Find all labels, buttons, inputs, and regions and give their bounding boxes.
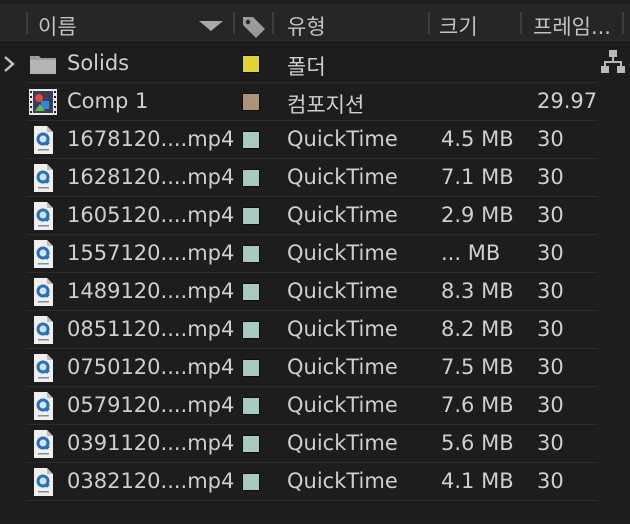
- label-color-swatch[interactable]: [242, 435, 260, 453]
- item-framerate: 30: [537, 203, 564, 227]
- label-color-swatch[interactable]: [242, 397, 260, 415]
- item-type: QuickTime: [287, 393, 398, 417]
- item-name: 0579120....mp4: [67, 393, 235, 417]
- item-framerate: 30: [537, 165, 564, 189]
- column-divider[interactable]: [272, 12, 274, 34]
- item-size: 2.9 MB: [441, 203, 514, 227]
- item-size: 4.5 MB: [441, 127, 514, 151]
- column-divider[interactable]: [233, 12, 235, 34]
- item-size: 7.6 MB: [441, 393, 514, 417]
- sort-descending-icon[interactable]: [199, 21, 223, 31]
- project-item-row[interactable]: 1678120....mp4 QuickTime 4.5 MB 30: [0, 121, 630, 159]
- project-item-row[interactable]: 0391120....mp4 QuickTime 5.6 MB 30: [0, 425, 630, 463]
- item-size: 8.3 MB: [441, 279, 514, 303]
- label-color-swatch[interactable]: [242, 359, 260, 377]
- project-item-row[interactable]: Solids 폴더: [0, 45, 630, 83]
- column-divider[interactable]: [520, 12, 522, 34]
- label-color-swatch[interactable]: [242, 245, 260, 263]
- item-type: QuickTime: [287, 127, 398, 151]
- item-size: 4.1 MB: [441, 469, 514, 493]
- item-name: Comp 1: [67, 89, 149, 113]
- item-framerate: 30: [537, 241, 564, 265]
- label-color-swatch[interactable]: [242, 207, 260, 225]
- item-name: 1489120....mp4: [67, 279, 235, 303]
- label-color-swatch[interactable]: [242, 283, 260, 301]
- item-name: 1557120....mp4: [67, 241, 235, 265]
- label-color-swatch[interactable]: [242, 169, 260, 187]
- item-type: QuickTime: [287, 279, 398, 303]
- item-name: Solids: [67, 51, 130, 75]
- project-panel: 이름 유형 크기 프레임... Solids 폴더 Comp 1 컴포지션 29.97 1…: [0, 0, 630, 524]
- item-name: 0382120....mp4: [67, 469, 235, 493]
- item-type: QuickTime: [287, 203, 398, 227]
- project-item-row[interactable]: 1489120....mp4 QuickTime 8.3 MB 30: [0, 273, 630, 311]
- column-divider[interactable]: [26, 12, 28, 34]
- column-header-type[interactable]: 유형: [287, 11, 326, 41]
- column-header-framerate[interactable]: 프레임...: [533, 11, 611, 41]
- item-size: 5.6 MB: [441, 431, 514, 455]
- project-item-row[interactable]: 0851120....mp4 QuickTime 8.2 MB 30: [0, 311, 630, 349]
- item-size: 8.2 MB: [441, 317, 514, 341]
- label-color-swatch[interactable]: [242, 321, 260, 339]
- item-type: QuickTime: [287, 469, 398, 493]
- project-item-row[interactable]: 1605120....mp4 QuickTime 2.9 MB 30: [0, 197, 630, 235]
- item-framerate: 30: [537, 317, 564, 341]
- chevron-right-icon[interactable]: [2, 55, 16, 73]
- item-framerate: 30: [537, 279, 564, 303]
- item-framerate: 30: [537, 127, 564, 151]
- item-name: 0750120....mp4: [67, 355, 235, 379]
- item-framerate: 30: [537, 393, 564, 417]
- item-type: 컴포지션: [287, 93, 365, 117]
- item-framerate: 30: [537, 431, 564, 455]
- project-item-row[interactable]: Comp 1 컴포지션 29.97: [0, 83, 630, 121]
- label-color-swatch[interactable]: [242, 55, 260, 73]
- project-item-row[interactable]: 0579120....mp4 QuickTime 7.6 MB 30: [0, 387, 630, 425]
- column-divider[interactable]: [622, 12, 624, 34]
- item-framerate: 30: [537, 355, 564, 379]
- item-framerate: 29.97: [537, 89, 598, 113]
- label-color-swatch[interactable]: [242, 131, 260, 149]
- row-divider: [26, 500, 598, 501]
- item-framerate: 30: [537, 469, 564, 493]
- column-header: 이름 유형 크기 프레임...: [0, 4, 630, 43]
- item-name: 0851120....mp4: [67, 317, 235, 341]
- item-size: ... MB: [441, 241, 501, 265]
- item-name: 1678120....mp4: [67, 127, 235, 151]
- label-color-swatch[interactable]: [242, 473, 260, 491]
- column-header-name[interactable]: 이름: [38, 11, 77, 41]
- item-name: 1605120....mp4: [67, 203, 235, 227]
- item-name: 0391120....mp4: [67, 431, 235, 455]
- column-header-size[interactable]: 크기: [439, 11, 478, 41]
- item-type: QuickTime: [287, 355, 398, 379]
- label-color-swatch[interactable]: [242, 93, 260, 111]
- item-name: 1628120....mp4: [67, 165, 235, 189]
- project-item-row[interactable]: 1628120....mp4 QuickTime 7.1 MB 30: [0, 159, 630, 197]
- project-item-row[interactable]: 1557120....mp4 QuickTime ... MB 30: [0, 235, 630, 273]
- item-type: QuickTime: [287, 317, 398, 341]
- item-type: QuickTime: [287, 241, 398, 265]
- tag-icon[interactable]: [241, 14, 267, 40]
- item-type: 폴더: [287, 55, 326, 79]
- flowchart-icon[interactable]: [600, 49, 626, 75]
- project-item-row[interactable]: 0382120....mp4 QuickTime 4.1 MB 30: [0, 463, 630, 501]
- item-type: QuickTime: [287, 431, 398, 455]
- item-size: 7.5 MB: [441, 355, 514, 379]
- project-item-row[interactable]: 0750120....mp4 QuickTime 7.5 MB 30: [0, 349, 630, 387]
- column-divider[interactable]: [428, 12, 430, 34]
- item-size: 7.1 MB: [441, 165, 514, 189]
- item-type: QuickTime: [287, 165, 398, 189]
